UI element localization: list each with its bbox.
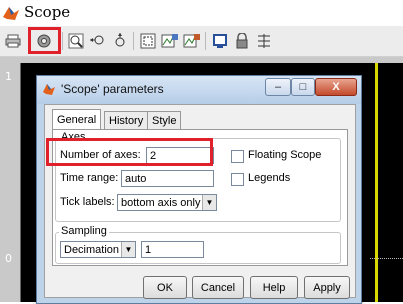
decimation-factor-field[interactable]: 1 xyxy=(141,241,204,258)
sampling-group-label: Sampling xyxy=(59,225,109,237)
tick-labels-label: Tick labels: xyxy=(60,196,115,208)
tab-history[interactable]: History xyxy=(104,111,149,130)
sampling-mode-dropdown[interactable]: Decimation ▼ xyxy=(60,241,136,258)
help-button[interactable]: Help xyxy=(250,276,298,299)
matlab-icon xyxy=(3,7,19,20)
plot-gridline xyxy=(370,258,403,259)
chevron-down-icon: ▼ xyxy=(121,242,135,257)
minimize-button[interactable]: – xyxy=(265,78,291,96)
zoom-in-icon[interactable] xyxy=(66,31,86,51)
tab-general[interactable]: General xyxy=(52,109,102,131)
toolbar-separator xyxy=(205,32,206,50)
toolbar-separator xyxy=(62,32,63,50)
time-range-label: Time range: xyxy=(60,172,119,184)
y-tick-bottom: 0 xyxy=(5,252,12,265)
signal-trace xyxy=(375,63,378,302)
restore-axes-icon[interactable] xyxy=(182,31,202,51)
chevron-down-icon: ▼ xyxy=(202,195,216,210)
floating-scope-checkbox[interactable] xyxy=(231,150,244,163)
float-icon[interactable] xyxy=(210,31,230,51)
time-range-field[interactable]: auto xyxy=(121,170,214,187)
tick-labels-value: bottom axis only xyxy=(121,197,201,209)
maximize-button[interactable]: □ xyxy=(291,78,315,96)
number-of-axes-highlight xyxy=(46,138,213,166)
scope-title-bar: Scope xyxy=(0,0,403,26)
print-icon[interactable] xyxy=(3,31,23,51)
legends-label: Legends xyxy=(248,172,291,184)
cancel-button[interactable]: Cancel xyxy=(192,276,244,299)
zoom-x-icon[interactable] xyxy=(88,31,108,51)
dialog-title-bar[interactable]: 'Scope' parameters – □ X xyxy=(37,76,361,104)
dialog-content: General History Style Axes Number of axe… xyxy=(44,104,356,299)
scope-parameters-dialog: 'Scope' parameters – □ X General History… xyxy=(36,75,362,304)
save-axes-icon[interactable] xyxy=(160,31,180,51)
apply-button[interactable]: Apply xyxy=(304,276,350,299)
lock-icon[interactable] xyxy=(232,31,252,51)
tick-labels-dropdown[interactable]: bottom axis only ▼ xyxy=(117,194,217,211)
sampling-mode-value: Decimation xyxy=(64,244,120,256)
matlab-icon xyxy=(43,84,55,95)
zoom-y-icon[interactable] xyxy=(110,31,130,51)
ok-button[interactable]: OK xyxy=(143,276,187,299)
y-tick-top: 1 xyxy=(5,70,12,83)
dialog-title: 'Scope' parameters xyxy=(61,82,164,96)
close-button[interactable]: X xyxy=(315,78,357,96)
floating-scope-label: Floating Scope xyxy=(248,149,322,161)
tab-style[interactable]: Style xyxy=(147,111,182,130)
parameters-button-highlight xyxy=(28,27,61,54)
autoscale-icon[interactable] xyxy=(138,31,158,51)
window-title: Scope xyxy=(24,3,71,21)
signal-selection-icon[interactable] xyxy=(254,31,274,51)
legends-checkbox[interactable] xyxy=(231,173,244,186)
toolbar-separator xyxy=(133,32,134,50)
